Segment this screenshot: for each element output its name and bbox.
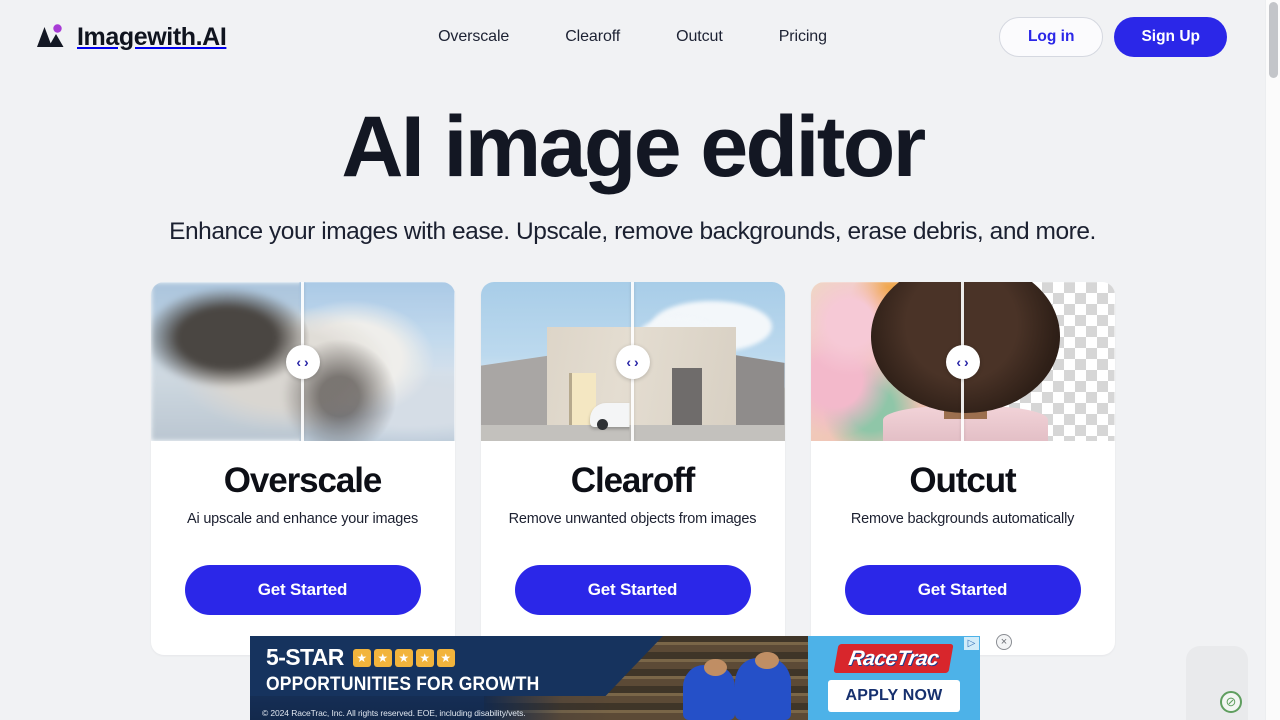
auth-actions: Log in Sign Up <box>998 17 1227 57</box>
site-header: Imagewith.AI Overscale Clearoff Outcut P… <box>0 0 1265 74</box>
scrollbar-thumb[interactable] <box>1269 2 1278 78</box>
page-title: AI image editor <box>341 99 926 195</box>
card-title: Outcut <box>909 461 1016 501</box>
close-ad-button[interactable]: × <box>996 634 1012 650</box>
card-body: Outcut Remove backgrounds automatically <box>811 441 1115 528</box>
feature-cards: ‹ › Overscale Ai upscale and enhance you… <box>0 282 1265 656</box>
nav-item-outcut[interactable]: Outcut <box>676 28 723 46</box>
ad-headline: 5-STAR <box>266 644 344 670</box>
ad-employees-photo <box>624 649 799 720</box>
chevron-left-icon: ‹ <box>296 353 301 370</box>
star-icon: ★ <box>415 648 434 667</box>
apply-now-button[interactable]: APPLY NOW <box>827 680 961 712</box>
chevron-right-icon: › <box>304 353 309 370</box>
before-after-preview-outcut[interactable]: ‹ › <box>810 282 1115 442</box>
mountain-logo-icon <box>36 22 66 52</box>
page-scrollbar[interactable] <box>1265 0 1280 720</box>
star-icon: ★ <box>373 648 392 667</box>
card-subtitle: Ai upscale and enhance your images <box>187 511 418 528</box>
ad-banner[interactable]: 5-STAR ★ ★ ★ ★ ★ OPPORTUNITIES FOR GROWT… <box>250 636 980 720</box>
card-body: Overscale Ai upscale and enhance your im… <box>151 441 455 528</box>
card-subtitle: Remove unwanted objects from images <box>508 511 757 528</box>
comparison-slider-handle[interactable]: ‹ › <box>945 344 980 379</box>
hero-subtitle: Enhance your images with ease. Upscale, … <box>169 218 1096 246</box>
ad-creative-right[interactable]: RaceTrac APPLY NOW ▷ <box>808 636 980 720</box>
accessibility-badge-icon[interactable]: ⊘ <box>1220 691 1242 713</box>
comparison-slider-handle[interactable]: ‹ › <box>285 344 320 379</box>
card-title: Overscale <box>223 461 383 501</box>
signup-button[interactable]: Sign Up <box>1114 17 1227 57</box>
star-icon: ★ <box>394 648 413 667</box>
comparison-slider-handle[interactable]: ‹ › <box>615 344 650 379</box>
chevron-right-icon: › <box>634 353 639 370</box>
star-icon: ★ <box>436 648 455 667</box>
ad-subheadline: OPPORTUNITIES FOR GROWTH <box>266 674 540 695</box>
card-subtitle: Remove backgrounds automatically <box>850 511 1075 528</box>
racetrac-logo: RaceTrac <box>833 644 955 673</box>
nav-item-pricing[interactable]: Pricing <box>779 28 827 46</box>
star-icon: ★ <box>352 648 371 667</box>
nav-item-overscale[interactable]: Overscale <box>438 28 509 46</box>
racetrac-logo-text: RaceTrac <box>847 647 941 670</box>
ad-legal-text: © 2024 RaceTrac, Inc. All rights reserve… <box>262 708 526 718</box>
feature-card-outcut[interactable]: ‹ › Outcut Remove backgrounds automatica… <box>810 282 1115 656</box>
get-started-button-outcut[interactable]: Get Started <box>844 565 1081 616</box>
chevron-right-icon: › <box>964 353 969 370</box>
before-after-preview-clearoff[interactable]: ‹ › <box>480 282 785 442</box>
adchoices-icon[interactable]: ▷ <box>964 637 979 650</box>
page-root: Imagewith.AI Overscale Clearoff Outcut P… <box>0 0 1265 720</box>
chevron-left-icon: ‹ <box>626 353 631 370</box>
brand-name: Imagewith.AI <box>77 22 227 51</box>
ad-creative-left: 5-STAR ★ ★ ★ ★ ★ OPPORTUNITIES FOR GROWT… <box>250 636 808 720</box>
ad-star-rating: ★ ★ ★ ★ ★ <box>352 648 455 667</box>
ad-headline-row: 5-STAR ★ ★ ★ ★ ★ <box>266 644 455 671</box>
feature-card-clearoff[interactable]: ‹ › Clearoff Remove unwanted objects fro… <box>480 282 785 656</box>
chevron-left-icon: ‹ <box>956 353 961 370</box>
brand-logo-link[interactable]: Imagewith.AI <box>36 22 227 52</box>
get-started-button-overscale[interactable]: Get Started <box>184 565 421 616</box>
card-body: Clearoff Remove unwanted objects from im… <box>481 441 785 528</box>
card-title: Clearoff <box>570 461 696 501</box>
before-after-preview-overscale[interactable]: ‹ › <box>150 282 455 442</box>
login-button[interactable]: Log in <box>998 17 1104 57</box>
feature-card-overscale[interactable]: ‹ › Overscale Ai upscale and enhance you… <box>150 282 455 656</box>
get-started-button-clearoff[interactable]: Get Started <box>514 565 751 616</box>
hero-section: AI image editor Enhance your images with… <box>0 74 1265 246</box>
nav-item-clearoff[interactable]: Clearoff <box>565 28 620 46</box>
